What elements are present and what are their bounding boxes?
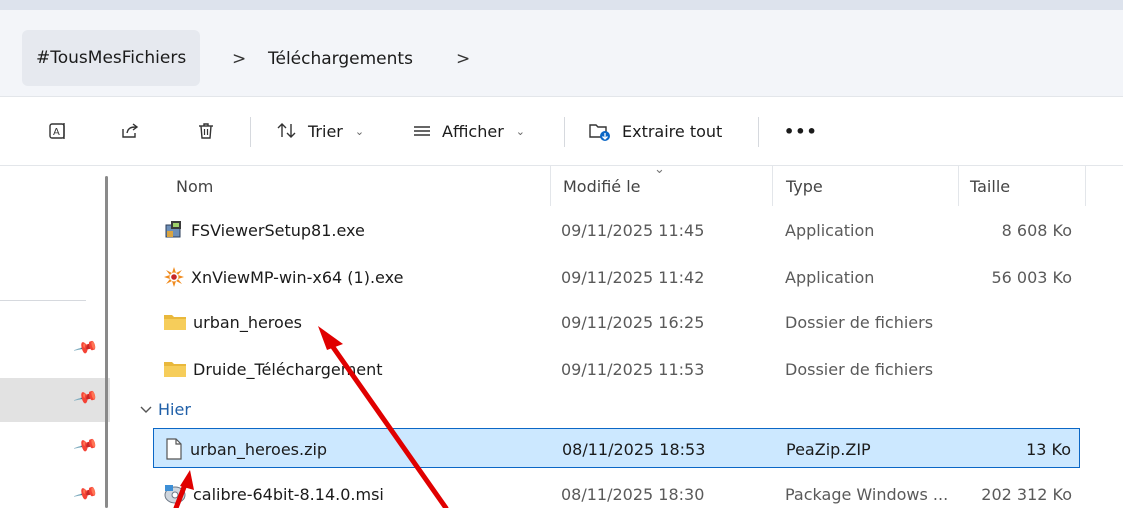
list-view-icon	[414, 126, 430, 136]
installer-icon	[165, 221, 181, 238]
file-row[interactable]: urban_heroes 09/11/2025 16:25 Dossier de…	[153, 302, 1080, 342]
address-bar: #TousMesFichiers > Téléchargements >	[0, 10, 1123, 96]
breadcrumb-current-label: Téléchargements	[268, 49, 413, 69]
file-modified: 09/11/2025 16:25	[561, 312, 705, 332]
sort-indicator-icon: ⌄	[654, 162, 665, 177]
more-options-button[interactable]: •••	[784, 97, 818, 165]
file-type: Dossier de fichiers	[785, 312, 934, 332]
column-header-size[interactable]: Taille	[970, 166, 1010, 206]
pin-icon[interactable]: 📌	[73, 480, 100, 506]
folder-icon	[164, 315, 186, 330]
sort-icon	[277, 123, 296, 138]
toolbar-separator	[564, 117, 565, 147]
navigation-pane: 📌 📌 📌 📌	[0, 166, 110, 508]
file-name: calibre-64bit-8.14.0.msi	[193, 484, 384, 504]
column-separator[interactable]	[958, 166, 959, 206]
msi-icon	[164, 485, 186, 504]
xnview-icon	[164, 267, 184, 287]
sort-button[interactable]: Trier ⌄	[276, 97, 364, 165]
column-separator[interactable]	[1085, 166, 1086, 206]
file-row[interactable]: Druide_Téléchargement 09/11/2025 11:53 D…	[153, 349, 1080, 389]
trash-icon	[199, 123, 213, 139]
toolbar-bottom-border	[0, 165, 1123, 166]
file-icon	[166, 438, 182, 460]
file-size: 8 608 Ko	[1001, 220, 1072, 240]
column-separator[interactable]	[550, 166, 551, 206]
column-separator[interactable]	[772, 166, 773, 206]
group-label: Hier	[158, 399, 191, 419]
toolbar-separator	[250, 117, 251, 147]
file-row[interactable]: XnViewMP-win-x64 (1).exe 09/11/2025 11:4…	[153, 257, 1080, 297]
breadcrumb-separator[interactable]: >	[232, 30, 246, 88]
file-name: XnViewMP-win-x64 (1).exe	[191, 267, 404, 287]
file-type: PeaZip.ZIP	[786, 439, 871, 459]
view-button[interactable]: Afficher ⌄	[412, 97, 525, 165]
extract-all-button[interactable]: Extraire tout	[588, 97, 722, 165]
file-row[interactable]: FSViewerSetup81.exe 09/11/2025 11:45 App…	[153, 210, 1080, 250]
file-type: Package Windows ...	[785, 484, 949, 504]
sort-label: Trier	[308, 121, 343, 141]
chevron-down-icon	[140, 406, 152, 413]
breadcrumb-root[interactable]: #TousMesFichiers	[22, 30, 201, 86]
file-modified: 08/11/2025 18:30	[561, 484, 705, 504]
view-label: Afficher	[442, 121, 504, 141]
breadcrumb-trailing-chevron[interactable]: >	[456, 30, 470, 88]
file-type: Dossier de fichiers	[785, 359, 934, 379]
pin-icon[interactable]: 📌	[73, 432, 100, 458]
file-type: Application	[785, 267, 875, 287]
column-header-modified[interactable]: Modifié le	[563, 166, 641, 206]
file-row-selected[interactable]: urban_heroes.zip 08/11/2025 18:53 PeaZip…	[153, 428, 1080, 468]
file-size: 202 312 Ko	[981, 484, 1072, 504]
view-chevron-icon: ⌄	[515, 124, 525, 138]
folder-icon	[164, 362, 186, 377]
extract-all-label: Extraire tout	[622, 121, 723, 141]
file-name: Druide_Téléchargement	[193, 359, 383, 379]
rename-button[interactable]: A	[48, 97, 68, 165]
navigation-scrollbar[interactable]	[105, 176, 108, 508]
extract-folder-icon	[589, 124, 610, 141]
svg-text:A: A	[53, 127, 60, 138]
breadcrumb-current[interactable]: Téléchargements	[268, 30, 413, 88]
file-modified: 09/11/2025 11:42	[561, 267, 705, 287]
column-header-name[interactable]: Nom	[176, 166, 213, 206]
delete-button[interactable]	[196, 97, 216, 165]
sort-chevron-icon: ⌄	[354, 124, 365, 138]
file-modified: 08/11/2025 18:53	[562, 439, 706, 459]
file-name: FSViewerSetup81.exe	[191, 220, 365, 240]
more-options-icon: •••	[784, 121, 818, 141]
pin-icon[interactable]: 📌	[73, 334, 100, 360]
breadcrumb-root-label: #TousMesFichiers	[36, 48, 187, 68]
file-size: 56 003 Ko	[991, 267, 1072, 287]
file-modified: 09/11/2025 11:45	[561, 220, 705, 240]
share-icon	[122, 123, 139, 138]
group-header-yesterday[interactable]: Hier	[140, 396, 191, 422]
file-row[interactable]: calibre-64bit-8.14.0.msi 08/11/2025 18:3…	[153, 474, 1080, 514]
command-toolbar: A Trier ⌄ Afficher ⌄ Extraire tout •••	[0, 97, 1123, 165]
window-top-strip	[0, 0, 1123, 10]
file-type: Application	[785, 220, 875, 240]
file-size: 13 Ko	[1026, 439, 1071, 459]
navigation-divider	[0, 300, 86, 301]
file-name: urban_heroes	[193, 312, 302, 332]
rename-icon: A	[49, 123, 65, 139]
file-name: urban_heroes.zip	[190, 439, 328, 459]
toolbar-separator	[758, 117, 759, 147]
column-header-type[interactable]: Type	[786, 166, 823, 206]
share-button[interactable]	[120, 97, 140, 165]
file-modified: 09/11/2025 11:53	[561, 359, 705, 379]
